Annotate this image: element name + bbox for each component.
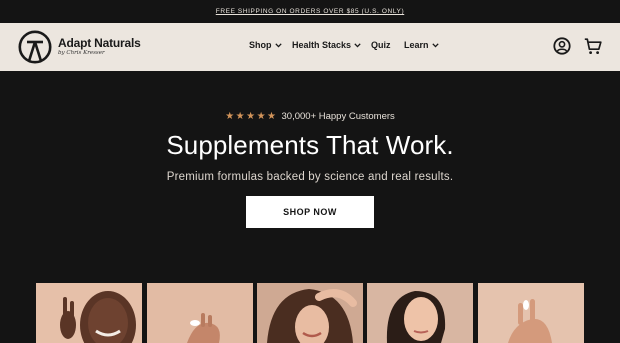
customer-photo-4[interactable]: [367, 283, 473, 343]
rating-row: ★★★★★ 30,000+ Happy Customers: [0, 111, 620, 122]
customer-photo-2[interactable]: [147, 283, 253, 343]
brand-logo[interactable]: Adapt Naturals by Chris Kresser: [18, 30, 141, 64]
nav-health-stacks[interactable]: Health Stacks: [292, 40, 361, 50]
chevron-down-icon: [354, 42, 361, 48]
rating-text: 30,000+ Happy Customers: [281, 111, 395, 122]
nav-shop[interactable]: Shop: [249, 40, 282, 50]
chevron-down-icon: [274, 42, 282, 48]
nav-label: Shop: [249, 40, 272, 50]
hero-section: ★★★★★ 30,000+ Happy Customers Supplement…: [0, 71, 620, 343]
promo-link[interactable]: FREE SHIPPING ON ORDERS OVER $85 (U.S. O…: [216, 8, 404, 15]
site-header: Adapt Naturals by Chris Kresser Shop Hea…: [0, 23, 620, 71]
promo-bar: FREE SHIPPING ON ORDERS OVER $85 (U.S. O…: [0, 0, 620, 23]
nav-learn[interactable]: Learn: [404, 40, 439, 50]
rating-stars: ★★★★★: [225, 111, 278, 122]
customer-photo-5[interactable]: [478, 283, 584, 343]
nav-label: Health Stacks: [292, 40, 352, 50]
shop-now-button[interactable]: SHOP NOW: [246, 196, 374, 228]
customer-photo-3[interactable]: [257, 283, 363, 343]
nav-label: Quiz: [371, 40, 391, 50]
customer-photo-1[interactable]: [36, 283, 142, 343]
cart-icon[interactable]: [584, 38, 602, 55]
brand-subtitle: by Chris Kresser: [58, 50, 105, 57]
brand-name: Adapt Naturals: [58, 36, 141, 51]
nav-quiz[interactable]: Quiz: [371, 40, 391, 50]
logo-mark-icon: [18, 30, 52, 64]
hero-headline: Supplements That Work.: [166, 130, 454, 160]
nav-label: Learn: [404, 40, 429, 50]
account-icon[interactable]: [553, 37, 571, 55]
chevron-down-icon: [431, 42, 439, 48]
hero-subhead: Premium formulas backed by science and r…: [166, 171, 454, 183]
